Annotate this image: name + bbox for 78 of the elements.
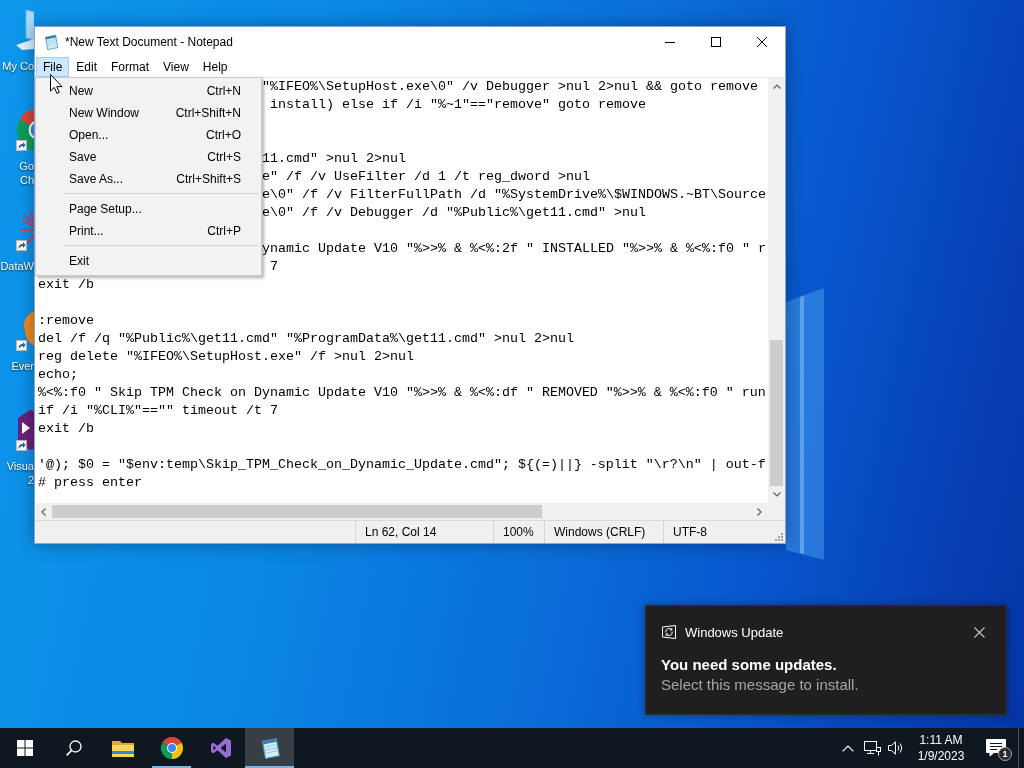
pointer-cursor-icon <box>50 74 63 94</box>
menu-bar-item[interactable]: Edit <box>69 57 105 77</box>
menu-bar-item[interactable]: Format <box>104 57 157 77</box>
code-line: e\0" /f /v FilterFullPath /d "%SystemDrive%\$WINDOWS.~BT\Source <box>262 186 766 204</box>
status-text: Ln 62, Col 14 <box>355 521 493 543</box>
vertical-scrollbar[interactable] <box>768 78 785 503</box>
menu-item[interactable]: Page Setup... <box>36 198 261 220</box>
scrollbar-thumb[interactable] <box>770 340 783 486</box>
icon-label: Ever <box>11 359 34 373</box>
resize-grip-icon[interactable] <box>774 532 783 541</box>
minimize-icon[interactable] <box>665 41 675 43</box>
notepad-icon <box>43 34 59 50</box>
maximize-icon[interactable] <box>711 37 721 47</box>
menu-bar-item[interactable]: File <box>36 57 70 77</box>
notification-count-badge: 1 <box>998 747 1012 761</box>
shortcut-text: Ctrl+Shift+S <box>176 172 241 186</box>
folder-icon[interactable] <box>111 739 134 757</box>
menu-item[interactable]: Exit <box>36 250 261 272</box>
network-icon[interactable] <box>863 740 881 756</box>
status-text: 100% <box>493 521 544 543</box>
icon-label: My Co <box>2 59 34 73</box>
code-line: del /f /q "%Public%\get11.cmd" "%ProgramData%\get11.cmd" >nul 2>nul <box>38 330 574 348</box>
code-line: %<%:f0 " Skip TPM Check on Dynamic Update V10 "%>>% & %<%:df " REMOVED "%>>% & %<%:f0 " run <box>38 384 766 402</box>
taskbar-app-button[interactable] <box>245 728 294 768</box>
shortcut-text: Ctrl+Shift+N <box>175 106 241 120</box>
menu-item[interactable]: Print... Ctrl+P <box>36 220 261 242</box>
code-line: echo; <box>38 366 78 384</box>
volume-icon[interactable] <box>888 741 904 755</box>
code-line: '@); $0 = "$env:temp\Skip_TPM_Check_on_Dynamic_Update.cmd"; ${(=)||} -split "\r?\n" | out-f <box>38 456 766 474</box>
window-title: *New Text Document - Notepad <box>65 35 233 49</box>
code-line: exit /b <box>38 420 94 438</box>
code-line: e\0" /f /v Debugger /d "%Public%\get11.cmd" >nul <box>262 204 646 222</box>
clock-time[interactable]: 1:11 AM <box>919 732 963 748</box>
menu-bar-item[interactable]: View <box>156 57 196 77</box>
notification-toast[interactable]: Windows Update You need some updates. Select this message to install. <box>645 605 1007 715</box>
windows-logo-icon[interactable] <box>16 740 33 756</box>
search-icon[interactable] <box>65 740 82 756</box>
code-line: reg delete "%IFEO%\SetupHost.exe" /f >nul 2>nul <box>38 348 414 366</box>
chevron-up-icon[interactable] <box>842 744 854 752</box>
ribbon-logo-icon[interactable] <box>209 737 232 759</box>
shortcut-text: Ctrl+P <box>207 224 241 238</box>
code-line: 7 <box>269 258 278 276</box>
code-line: :remove <box>38 312 94 330</box>
menu-bar-item[interactable]: Help <box>195 57 235 77</box>
status-text: UTF-8 <box>663 521 768 543</box>
menu-item[interactable]: Save Ctrl+S <box>36 146 261 168</box>
round-logo-icon[interactable] <box>159 736 184 760</box>
clock-date[interactable]: 1/9/2023 <box>917 748 965 764</box>
code-line: e" /f /v UseFilter /d 1 /t reg_dword >nul <box>262 168 590 186</box>
code-line: if /i "%CLI%"=="" timeout /t 7 <box>38 402 278 420</box>
code-line: install) else if /i "%~1"=="remove" goto remove <box>269 96 646 114</box>
menu-item[interactable]: Save As... Ctrl+Shift+S <box>36 168 261 190</box>
status-text: Windows (CRLF) <box>544 521 663 543</box>
code-line: ynamic Update V10 "%>>% & %<%:2f " INSTALLED "%>>% & %<%:f0 " r <box>262 240 766 258</box>
toast-title: You need some updates. <box>661 655 837 675</box>
update-icon <box>661 624 677 640</box>
code-line: 11.cmd" >nul 2>nul <box>262 150 406 168</box>
toast-app-name: Windows Update <box>685 624 784 640</box>
icon-label: Ch <box>19 173 34 187</box>
scrollbar-thumb[interactable] <box>52 505 542 518</box>
icon-label: Visua <box>6 459 34 473</box>
icon-label: 2 <box>27 473 34 487</box>
menu-item[interactable]: New Window Ctrl+Shift+N <box>36 102 261 124</box>
icon-label: Go <box>19 159 34 173</box>
code-line: exit /b <box>38 276 94 294</box>
menu-item[interactable]: New Ctrl+N <box>36 80 261 102</box>
close-icon[interactable] <box>757 37 767 47</box>
code-line: "%IFEO%\SetupHost.exe\0" /v Debugger >nul 2>nul && goto remove <box>262 78 758 96</box>
toast-message: Select this message to install. <box>661 675 859 695</box>
ribbon-logo-icon[interactable] <box>16 408 34 452</box>
monitor-icon[interactable] <box>16 8 34 52</box>
icon-label: DataW <box>0 259 34 273</box>
shortcut-text: Ctrl+S <box>207 150 241 164</box>
code-line: # press enter <box>38 474 142 492</box>
menu-item[interactable]: Open... Ctrl+O <box>36 124 261 146</box>
shortcut-text: Ctrl+O <box>206 128 241 142</box>
horizontal-scrollbar[interactable] <box>35 503 768 520</box>
shortcut-text: Ctrl+N <box>206 84 241 98</box>
